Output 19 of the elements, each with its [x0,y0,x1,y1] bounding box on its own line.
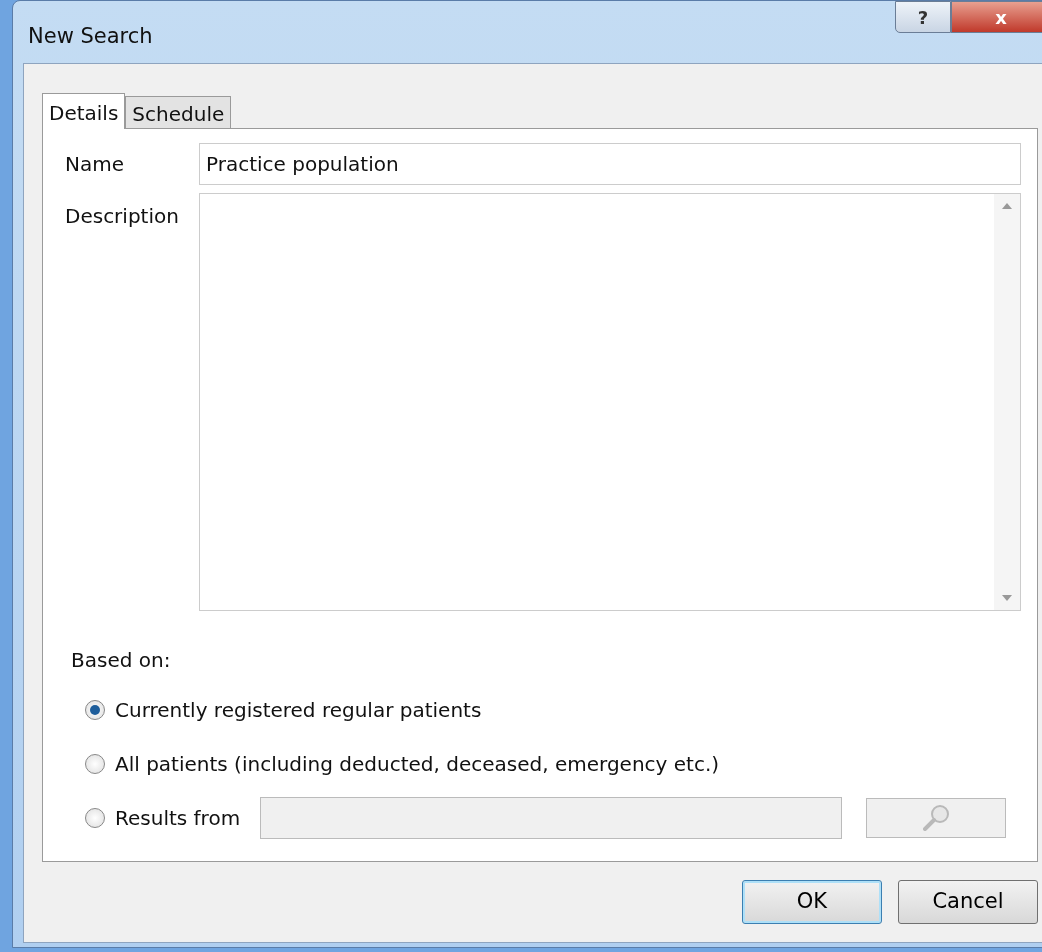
section-label: Based on: [71,647,172,674]
dialog-button[interactable]: OK [742,880,882,924]
search-icon [921,803,952,833]
window-title: New Search [28,23,153,50]
help-button[interactable]: ? [895,1,951,33]
scroll-up-icon[interactable] [1001,202,1013,210]
scroll-down-icon[interactable] [1001,594,1013,602]
radio-label[interactable]: Currently registered regular patients [115,695,482,725]
close-button[interactable]: x [951,1,1042,33]
name-field[interactable]: Practice population [199,143,1021,185]
dialog-button[interactable]: Cancel [898,880,1038,924]
field-label: Description [65,203,180,230]
description-field[interactable] [199,193,1021,611]
radio-label[interactable]: All patients (including deducted, deceased, emergency etc.) [115,749,720,779]
tab[interactable]: Schedule [125,96,232,128]
radio-button[interactable] [85,700,105,720]
tab[interactable]: Details [42,93,126,129]
field-label: Name [65,151,125,178]
radio-button[interactable] [85,754,105,774]
